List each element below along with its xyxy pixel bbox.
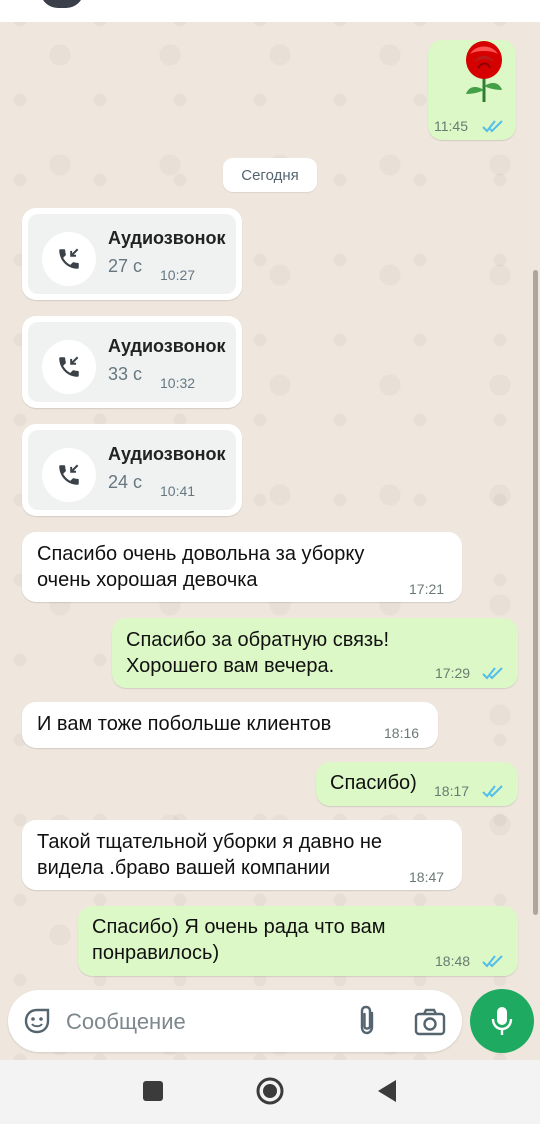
- message-text: Такой тщательной уборки я давно не видел…: [37, 831, 383, 879]
- call-message[interactable]: Аудиозвонок 33 с 10:32: [22, 316, 242, 408]
- read-receipt-icon: [482, 120, 503, 133]
- call-card-body: Аудиозвонок 33 с 10:32: [28, 322, 236, 402]
- message-text: Спасибо) Я очень рада что вам понравилос…: [92, 916, 386, 964]
- incoming-message[interactable]: И вам тоже побольше клиентов 18:16: [22, 702, 438, 748]
- call-message[interactable]: Аудиозвонок 27 с 10:27: [22, 208, 242, 300]
- message-time: 17:29: [435, 665, 471, 681]
- sticker-icon[interactable]: [22, 1006, 52, 1036]
- call-duration: 33 с: [108, 364, 143, 384]
- circle-icon[interactable]: [256, 1077, 284, 1105]
- outgoing-message[interactable]: Спасибо за обратную связь! Хорошего вам …: [112, 618, 518, 688]
- call-duration: 24 с: [108, 472, 143, 492]
- call-card-body: Аудиозвонок 24 с 10:41: [28, 430, 236, 510]
- incoming-message[interactable]: Такой тщательной уборки я давно не видел…: [22, 820, 462, 890]
- message-time: 11:45: [434, 118, 468, 134]
- message-time: 18:17: [434, 783, 470, 799]
- message-time: 18:48: [435, 953, 471, 969]
- sticker-message[interactable]: 11:45: [428, 40, 516, 140]
- message-composer[interactable]: Сообщение: [8, 990, 462, 1052]
- incoming-message[interactable]: Спасибо очень довольна за уборку очень х…: [22, 532, 462, 602]
- message-time: 17:21: [409, 581, 445, 597]
- incoming-call-icon: [42, 448, 96, 502]
- outgoing-message[interactable]: Спасибо) 18:17: [316, 762, 518, 806]
- message-time: 10:27: [160, 267, 196, 283]
- system-navigation-bar: [0, 1060, 540, 1124]
- read-receipt-icon: [482, 955, 503, 968]
- outgoing-message[interactable]: Спасибо) Я очень рада что вам понравилос…: [78, 906, 518, 976]
- message-time: 10:41: [160, 483, 196, 499]
- read-receipt-icon: [482, 667, 503, 680]
- incoming-call-icon: [42, 232, 96, 286]
- triangle-back-icon[interactable]: [377, 1079, 397, 1103]
- call-title: Аудиозвонок: [108, 444, 226, 464]
- microphone-button[interactable]: [470, 989, 534, 1053]
- message-time: 18:47: [409, 869, 445, 885]
- incoming-call-icon: [42, 340, 96, 394]
- message-time: 18:16: [384, 725, 420, 741]
- chat-header[interactable]: [0, 0, 540, 22]
- message-text: Спасибо): [330, 772, 417, 794]
- scrollbar[interactable]: [533, 270, 538, 915]
- camera-icon[interactable]: [414, 1008, 446, 1036]
- call-duration: 27 с: [108, 256, 143, 276]
- call-card-body: Аудиозвонок 27 с 10:27: [28, 214, 236, 294]
- call-title: Аудиозвонок: [108, 336, 226, 356]
- call-message[interactable]: Аудиозвонок 24 с 10:41: [22, 424, 242, 516]
- message-text: Спасибо очень довольна за уборку очень х…: [37, 543, 365, 591]
- avatar[interactable]: [40, 0, 84, 8]
- message-text: И вам тоже побольше клиентов: [37, 713, 332, 735]
- read-receipt-icon: [482, 785, 503, 798]
- paperclip-icon[interactable]: [356, 1005, 378, 1037]
- message-input[interactable]: Сообщение: [66, 1009, 186, 1035]
- call-title: Аудиозвонок: [108, 228, 226, 248]
- date-divider: Сегодня: [223, 158, 317, 192]
- microphone-icon: [491, 1007, 513, 1035]
- message-time: 10:32: [160, 375, 196, 391]
- square-icon[interactable]: [143, 1081, 163, 1101]
- rose-sticker-icon: [466, 41, 502, 102]
- message-text: Спасибо за обратную связь! Хорошего вам …: [126, 629, 390, 677]
